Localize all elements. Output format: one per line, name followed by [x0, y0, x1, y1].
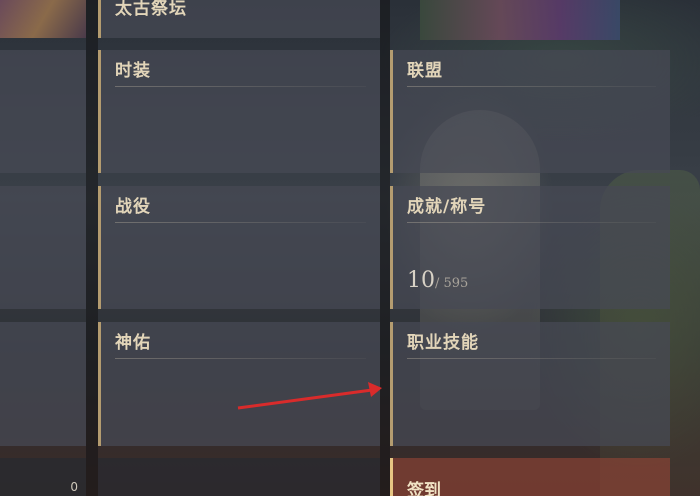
achievement-current: 10 — [407, 268, 435, 293]
panel-title: 职业技能 — [407, 333, 479, 353]
column-gap — [86, 0, 98, 496]
panel-fashion[interactable]: 时装 — [98, 50, 380, 173]
count-label: 0 — [70, 480, 78, 494]
panel-class-skill[interactable]: 职业技能 — [390, 322, 670, 446]
panel-title: 联盟 — [407, 61, 443, 81]
background-art — [0, 0, 86, 38]
panel-left-2[interactable] — [0, 186, 86, 309]
panel-left-3[interactable] — [0, 322, 86, 446]
panel-sign-in[interactable]: 签到 — [390, 458, 670, 496]
panel-title: 战役 — [115, 197, 151, 217]
divider — [407, 86, 656, 87]
divider — [407, 358, 656, 359]
panel-left-4[interactable]: 0 — [0, 458, 86, 496]
column-gap — [380, 0, 390, 496]
panel-title: 太古祭坛 — [115, 0, 187, 19]
achievement-total: / 595 — [435, 276, 469, 291]
panel-title: 神佑 — [115, 333, 151, 353]
divider — [115, 86, 366, 87]
panel-achievement[interactable]: 成就/称号 10/ 595 — [390, 186, 670, 309]
panel-left-1[interactable] — [0, 50, 86, 173]
panel-ancient-altar[interactable]: 太古祭坛 — [98, 0, 380, 38]
divider — [115, 222, 366, 223]
panel-alliance[interactable]: 联盟 — [390, 50, 670, 173]
achievement-progress: 10/ 595 — [407, 268, 468, 293]
panel-title: 时装 — [115, 61, 151, 81]
divider — [407, 222, 656, 223]
divider — [115, 358, 366, 359]
panel-title: 成就/称号 — [407, 197, 487, 217]
panel-title: 签到 — [407, 481, 441, 496]
panel-middle-bottom[interactable] — [98, 458, 380, 496]
background-collage — [420, 0, 620, 40]
panel-campaign[interactable]: 战役 — [98, 186, 380, 309]
annotation-arrow-icon — [237, 382, 382, 410]
